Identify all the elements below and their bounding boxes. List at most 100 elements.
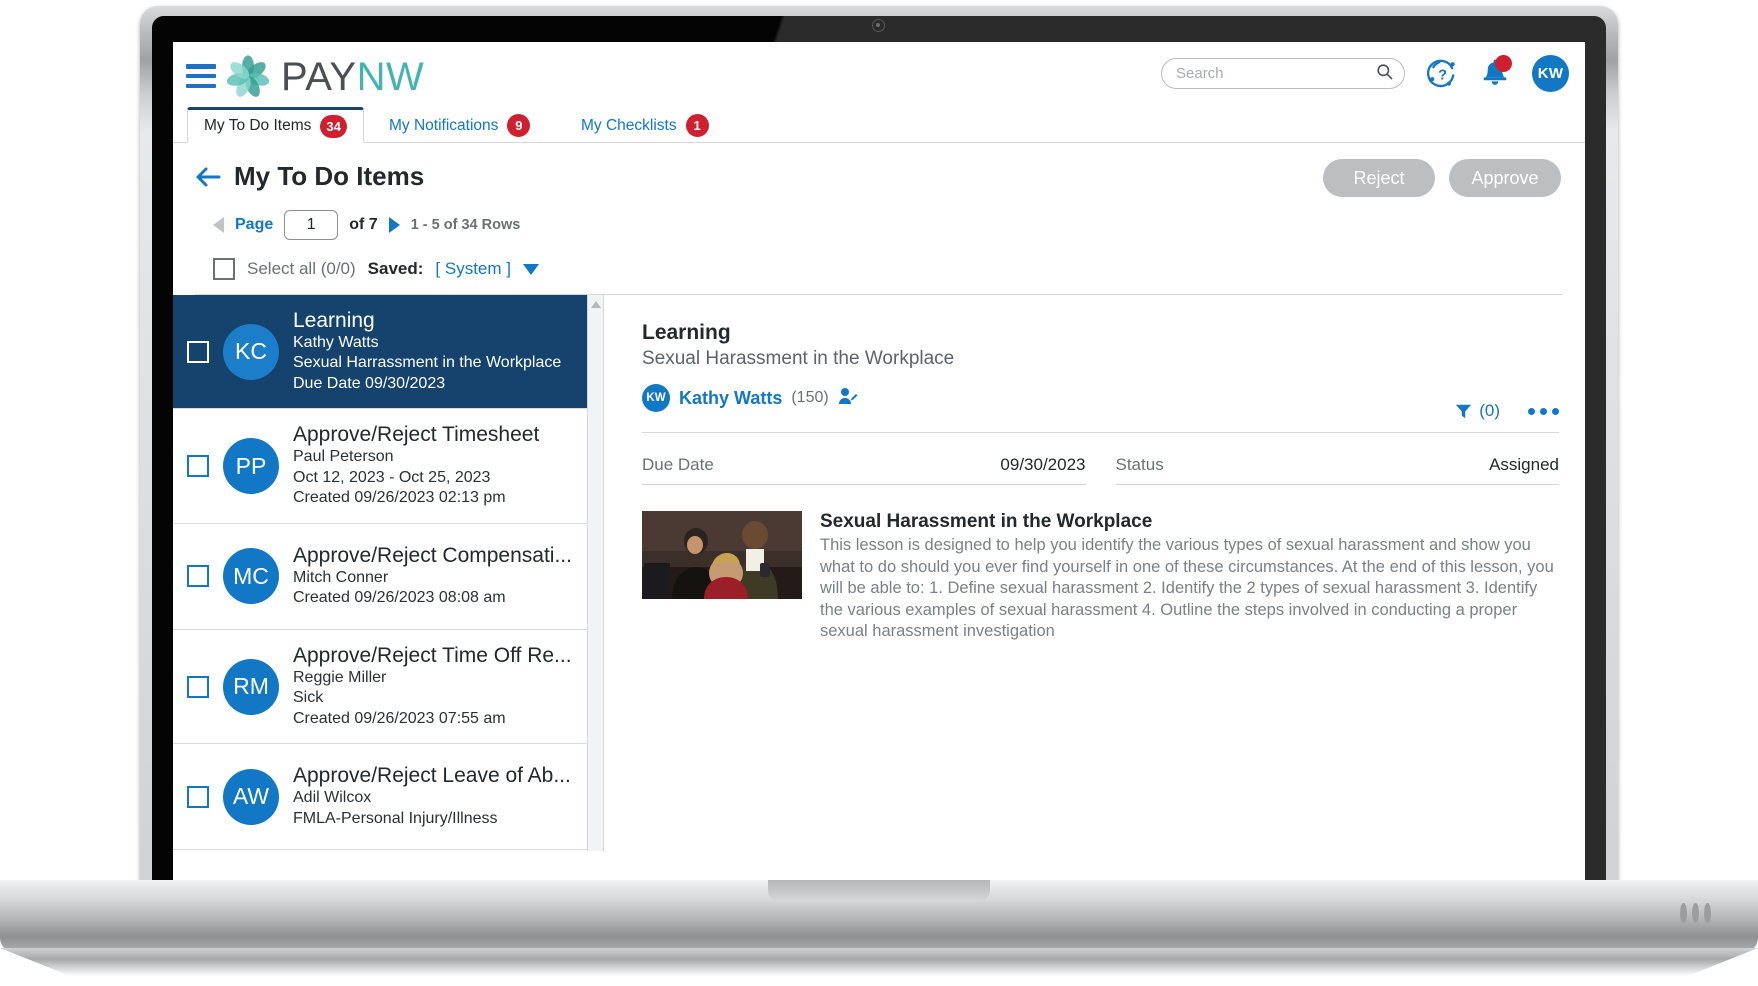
- laptop-frame: PAYNW: [0, 0, 1758, 986]
- avatar: PP: [223, 438, 279, 494]
- brand-pay-text: PAY: [281, 55, 357, 99]
- brand-logo[interactable]: PAYNW: [225, 54, 424, 100]
- field-value: 09/30/2023: [1000, 455, 1085, 475]
- prev-page-icon[interactable]: [213, 217, 224, 233]
- tab-bar: My To Do Items 34 My Notifications 9 My …: [173, 110, 1585, 143]
- row-text: Approve/Reject Time Off Re... Reggie Mil…: [293, 644, 572, 729]
- notifications-bell-icon[interactable]: [1480, 58, 1510, 90]
- detail-person: KW Kathy Watts (150): [642, 384, 1559, 412]
- user-avatar[interactable]: KW: [1532, 55, 1569, 92]
- detail-divider: [642, 432, 1559, 433]
- row-checkbox[interactable]: [187, 455, 209, 477]
- avatar: KW: [642, 384, 670, 412]
- avatar: AW: [223, 769, 279, 825]
- page-total-label: of 7: [349, 216, 377, 234]
- row-text: Approve/Reject Leave of Ab... Adil Wilco…: [293, 764, 571, 829]
- reject-button[interactable]: Reject: [1323, 159, 1435, 197]
- table-row[interactable]: RM Approve/Reject Time Off Re... Reggie …: [173, 630, 603, 744]
- detail-title: Learning: [642, 321, 1559, 345]
- table-row[interactable]: KC Learning Kathy Watts Sexual Harrassme…: [173, 295, 603, 409]
- detail-subtitle: Sexual Harassment in the Workplace: [642, 348, 1559, 370]
- search-box[interactable]: [1161, 58, 1405, 89]
- table-row[interactable]: AW Approve/Reject Leave of Ab... Adil Wi…: [173, 744, 603, 850]
- row-line-2: Sick: [293, 688, 572, 708]
- tab-label: My To Do Items: [204, 117, 311, 135]
- row-checkbox[interactable]: [187, 565, 209, 587]
- filter-icon: [1455, 403, 1472, 420]
- help-icon[interactable]: ?: [1427, 58, 1458, 89]
- lesson-description: This lesson is designed to help you iden…: [820, 535, 1559, 643]
- row-text: Approve/Reject Timesheet Paul Peterson O…: [293, 423, 539, 508]
- row-text: Learning Kathy Watts Sexual Harrassment …: [293, 309, 561, 394]
- avatar: RM: [223, 659, 279, 715]
- list-toolbar: (0): [1455, 401, 1559, 421]
- field-label: Status: [1116, 455, 1164, 475]
- approve-button[interactable]: Approve: [1449, 159, 1561, 197]
- app-header: PAYNW: [173, 42, 1585, 110]
- lesson-body: Sexual Harassment in the Workplace This …: [820, 511, 1559, 643]
- detail-person-count: (150): [791, 389, 828, 407]
- notification-badge-dot: [1495, 55, 1512, 72]
- detail-person-name[interactable]: Kathy Watts: [679, 388, 782, 409]
- page-label[interactable]: Page: [235, 216, 273, 234]
- table-row[interactable]: PP Approve/Reject Timesheet Paul Peterso…: [173, 409, 603, 523]
- tab-badge: 34: [320, 115, 346, 138]
- row-title: Approve/Reject Time Off Re...: [293, 644, 572, 668]
- tab-label: My Notifications: [389, 117, 498, 135]
- paynw-flower-icon: [225, 54, 271, 100]
- saved-view-value[interactable]: [ System ]: [435, 259, 511, 279]
- page-header: My To Do Items Reject Approve Page of 7 …: [173, 143, 1585, 295]
- lesson-card: Sexual Harassment in the Workplace This …: [642, 511, 1559, 643]
- tab-badge: 1: [686, 114, 709, 137]
- chevron-down-icon[interactable]: [523, 264, 539, 275]
- filter-count: (0): [1479, 401, 1500, 421]
- search-input[interactable]: [1176, 65, 1375, 82]
- avatar: KC: [223, 324, 279, 380]
- pagination: Page of 7 1 - 5 of 34 Rows: [213, 210, 1563, 240]
- page-number-input[interactable]: [284, 210, 338, 240]
- row-title: Approve/Reject Timesheet: [293, 423, 539, 447]
- select-all-checkbox[interactable]: [213, 258, 235, 280]
- row-line-1: Reggie Miller: [293, 668, 572, 688]
- avatar: MC: [223, 548, 279, 604]
- row-checkbox[interactable]: [187, 786, 209, 808]
- saved-label: Saved:: [368, 259, 424, 279]
- list-scrollbar[interactable]: [587, 295, 603, 851]
- back-arrow-icon[interactable]: [195, 166, 221, 188]
- scroll-up-arrow-icon[interactable]: [591, 301, 601, 308]
- tab-badge: 9: [507, 114, 530, 137]
- search-icon[interactable]: [1375, 62, 1394, 86]
- tab-my-notifications[interactable]: My Notifications 9: [373, 109, 546, 142]
- row-line-1: Mitch Conner: [293, 568, 572, 588]
- laptop-screen: PAYNW: [173, 42, 1585, 885]
- page-title: My To Do Items: [234, 161, 424, 192]
- todo-list-pane: KC Learning Kathy Watts Sexual Harrassme…: [173, 295, 603, 851]
- row-line-2: Oct 12, 2023 - Oct 25, 2023: [293, 468, 539, 488]
- tab-label: My Checklists: [581, 117, 677, 135]
- hamburger-menu-icon[interactable]: [186, 64, 216, 88]
- header-actions: ? KW: [1161, 55, 1569, 92]
- tab-my-checklists[interactable]: My Checklists 1: [565, 109, 725, 142]
- more-options-icon[interactable]: [1528, 408, 1559, 415]
- table-row[interactable]: MC Approve/Reject Compensati... Mitch Co…: [173, 524, 603, 630]
- tab-my-to-do-items[interactable]: My To Do Items 34: [187, 107, 364, 143]
- row-range-label: 1 - 5 of 34 Rows: [411, 217, 521, 233]
- select-bar: Select all (0/0) Saved: [ System ]: [213, 258, 1563, 280]
- row-checkbox[interactable]: [187, 676, 209, 698]
- row-checkbox[interactable]: [187, 341, 209, 363]
- lesson-thumbnail: [642, 511, 802, 599]
- webcam-icon: [872, 19, 885, 32]
- laptop-base-foot: [0, 948, 1758, 976]
- edit-person-icon[interactable]: [838, 387, 858, 410]
- row-line-3: Created 09/26/2023 07:55 am: [293, 709, 572, 729]
- field-status: Status Assigned: [1116, 455, 1560, 485]
- row-line-1: Paul Peterson: [293, 447, 539, 467]
- content-area: KC Learning Kathy Watts Sexual Harrassme…: [173, 295, 1585, 851]
- filter-control[interactable]: (0): [1455, 401, 1500, 421]
- next-page-icon[interactable]: [389, 217, 400, 233]
- todo-list: KC Learning Kathy Watts Sexual Harrassme…: [173, 295, 603, 851]
- row-line-2: Created 09/26/2023 08:08 am: [293, 588, 572, 608]
- svg-text:?: ?: [1438, 67, 1447, 83]
- field-due-date: Due Date 09/30/2023: [642, 455, 1086, 485]
- row-line-3: Due Date 09/30/2023: [293, 374, 561, 394]
